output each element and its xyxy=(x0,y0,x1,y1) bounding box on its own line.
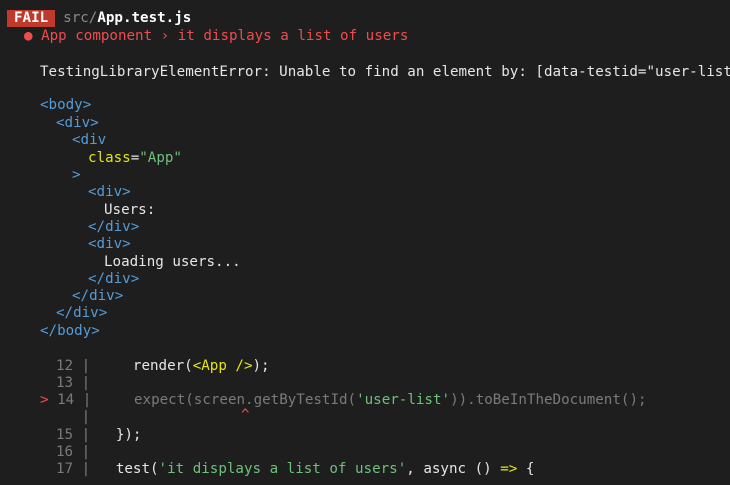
file-name: App.test.js xyxy=(97,10,192,26)
dom-div-close: </div> xyxy=(56,305,108,321)
line-number: 14 xyxy=(57,392,75,408)
line-number: 13 xyxy=(56,375,74,391)
dom-body-close: </body> xyxy=(40,323,100,339)
gutter-pipe: | xyxy=(81,461,91,477)
dom-div-users-open: <div> xyxy=(88,184,131,200)
gutter-pipe: | xyxy=(81,409,91,425)
fail-badge: FAIL xyxy=(7,10,56,27)
line-number: 17 xyxy=(56,461,74,477)
error-message: TestingLibraryElementError: Unable to fi… xyxy=(40,64,730,80)
dom-div-app-open: <div xyxy=(72,132,107,148)
code-line-14: > 14 | expect(screen.getByTestId('user-l… xyxy=(40,392,647,408)
dom-loading-text: Loading users... xyxy=(104,254,241,270)
dom-div-loading-close: </div> xyxy=(88,271,140,287)
code-line-16: 16 | xyxy=(56,444,90,461)
file-path-prefix: src/ xyxy=(63,10,98,26)
gutter-pipe: | xyxy=(81,375,91,391)
dom-div-open: <div> xyxy=(56,115,99,131)
error-caret: ^ xyxy=(241,407,250,423)
dom-body-open: <body> xyxy=(40,97,92,113)
test-title: ● App component › it displays a list of … xyxy=(24,28,408,45)
error-pointer: > xyxy=(40,392,49,408)
attr-value: "App" xyxy=(139,150,182,166)
dom-users-text: Users: xyxy=(104,202,156,218)
test-name: App component › it displays a list of us… xyxy=(41,28,409,44)
code-line-15: 15 | }); xyxy=(56,427,142,443)
dom-div-loading-open: <div> xyxy=(88,236,131,252)
code-caret-line: | xyxy=(56,409,91,426)
line-number: 15 xyxy=(56,427,74,443)
gutter-pipe: | xyxy=(81,358,91,374)
fail-header: FAIL src/App.test.js xyxy=(7,10,191,27)
line-number: 16 xyxy=(56,444,74,460)
gutter-pipe: | xyxy=(82,392,92,408)
attr-eq: = xyxy=(130,150,140,166)
code-line-13: 13 | xyxy=(56,375,90,392)
dom-div-app-close: </div> xyxy=(72,288,124,304)
dom-div-users-close: </div> xyxy=(88,219,140,235)
attr-name: class xyxy=(88,150,131,166)
line-number: 12 xyxy=(56,358,74,374)
gutter-pipe: | xyxy=(81,427,91,443)
code-line-12: 12 | render(<App />); xyxy=(56,358,270,374)
gutter-pipe: | xyxy=(81,444,91,460)
bullet-icon: ● xyxy=(24,28,33,44)
code-line-17: 17 | test('it displays a list of users',… xyxy=(56,461,535,477)
dom-class-attr: class="App" xyxy=(88,150,182,167)
dom-gt: > xyxy=(72,167,81,183)
